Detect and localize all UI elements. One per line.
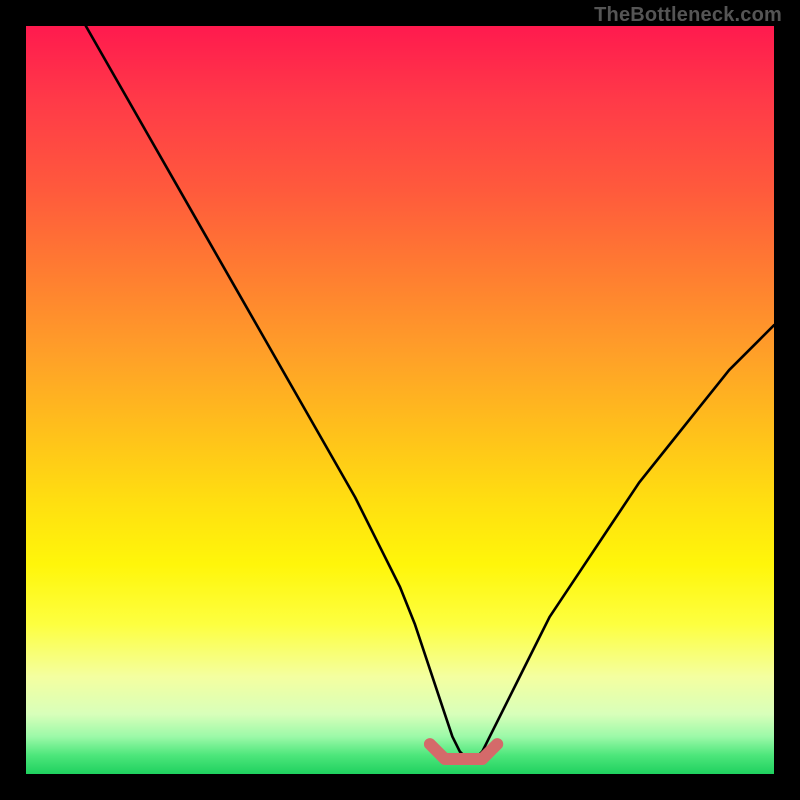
watermark-text: TheBottleneck.com: [594, 4, 782, 27]
curve-overlay: [26, 26, 774, 774]
chart-container: TheBottleneck.com: [0, 0, 800, 800]
valley-highlight: [430, 744, 497, 759]
bottleneck-curve: [86, 26, 774, 759]
plot-area: [26, 26, 774, 774]
